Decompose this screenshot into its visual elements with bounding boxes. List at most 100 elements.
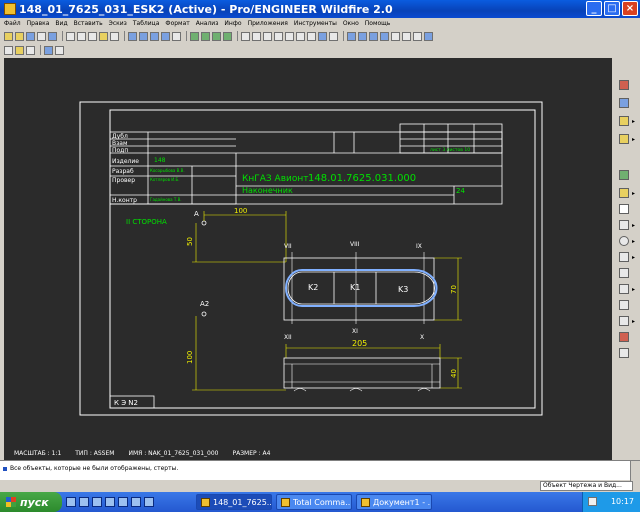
menu-help[interactable]: Помощь (365, 20, 391, 27)
symbol-tool-icon[interactable] (619, 188, 629, 198)
select-filter-icon[interactable] (329, 31, 338, 41)
save-icon[interactable] (26, 31, 35, 41)
offset-tool-icon[interactable] (619, 332, 629, 342)
message-scrollbar[interactable] (630, 461, 640, 481)
layer-icon[interactable] (307, 31, 316, 41)
title-bar[interactable]: 148_01_7625_031_ESK2 (Active) - Pro/ENGI… (0, 0, 640, 18)
circle-tool-icon[interactable] (619, 236, 629, 246)
menu-table[interactable]: Таблица (133, 20, 160, 27)
menu-tools[interactable]: Инструменты (294, 20, 337, 27)
email-icon[interactable] (48, 31, 57, 41)
datum-planes-icon[interactable] (190, 31, 199, 41)
sheet-icon[interactable] (15, 45, 24, 55)
print-icon[interactable] (37, 31, 46, 41)
paste-icon[interactable] (88, 31, 97, 41)
redo-icon[interactable] (252, 31, 261, 41)
undo-icon[interactable] (241, 31, 250, 41)
help-icon[interactable] (44, 45, 53, 55)
hidden-line-icon[interactable] (402, 31, 411, 41)
context-help-icon[interactable] (55, 45, 64, 55)
start-button[interactable]: пуск (0, 492, 62, 512)
menu-view[interactable]: Вид (55, 20, 67, 27)
rectangle-tool-icon[interactable] (619, 316, 629, 326)
menu-info[interactable]: Инфо (224, 20, 241, 27)
menu-window[interactable]: Окно (343, 20, 359, 27)
regenerate-icon[interactable] (99, 31, 108, 41)
view-manager-icon[interactable] (347, 31, 356, 41)
shading-icon[interactable] (172, 31, 181, 41)
snap-icon[interactable] (263, 31, 272, 41)
drawing-sheet: Дубл Взам Подп Изделие 148 Разраб Косоры… (79, 101, 543, 416)
wireframe-icon[interactable] (391, 31, 400, 41)
note-tool-icon[interactable] (619, 116, 629, 126)
dimension-100-vertical: 100 (186, 351, 194, 364)
chevron-right-icon[interactable]: ▸ (632, 118, 635, 125)
close-button[interactable]: × (622, 1, 638, 16)
show-annotations-icon[interactable] (619, 98, 629, 108)
zoom-out-icon[interactable] (150, 31, 159, 41)
menu-sketch[interactable]: Эскиз (109, 20, 127, 27)
refit-icon[interactable] (161, 31, 170, 41)
chevron-right-icon[interactable]: ▸ (632, 190, 635, 197)
office-icon[interactable] (118, 497, 128, 507)
explorer-icon[interactable] (92, 497, 102, 507)
fillet-tool-icon[interactable] (619, 284, 629, 294)
spline-tool-icon[interactable] (619, 268, 629, 278)
open-icon[interactable] (15, 31, 24, 41)
repaint-icon[interactable] (128, 31, 137, 41)
saved-views-icon[interactable] (369, 31, 378, 41)
chevron-right-icon[interactable]: ▸ (632, 318, 635, 325)
cut-icon[interactable] (66, 31, 75, 41)
dimension-tool-icon[interactable] (619, 134, 629, 144)
trim-tool-icon[interactable] (619, 300, 629, 310)
menu-applications[interactable]: Приложения (248, 20, 288, 27)
datum-plane-tool-icon[interactable] (619, 80, 629, 90)
mirror-icon[interactable] (274, 31, 283, 41)
menu-edit[interactable]: Правка (27, 20, 50, 27)
group-icon[interactable] (296, 31, 305, 41)
coordinate-systems-icon[interactable] (223, 31, 232, 41)
chevron-right-icon[interactable]: ▸ (632, 286, 635, 293)
spin-center-icon[interactable] (380, 31, 389, 41)
no-hidden-icon[interactable] (413, 31, 422, 41)
calculator-icon[interactable] (131, 497, 141, 507)
menu-file[interactable]: Файл (4, 20, 21, 27)
line-tool-icon[interactable] (619, 220, 629, 230)
menu-analysis[interactable]: Анализ (196, 20, 219, 27)
chevron-right-icon[interactable]: ▸ (632, 222, 635, 229)
copy-icon[interactable] (77, 31, 86, 41)
minimize-button[interactable]: _ (586, 1, 602, 16)
chevron-right-icon[interactable]: ▸ (632, 254, 635, 261)
side-view-arcs (293, 388, 431, 392)
show-desktop-icon[interactable] (66, 497, 76, 507)
align-icon[interactable] (285, 31, 294, 41)
arc-tool-icon[interactable] (619, 252, 629, 262)
find-icon[interactable] (110, 31, 119, 41)
move-tool-icon[interactable] (619, 348, 629, 358)
browser-icon[interactable] (79, 497, 89, 507)
proe-quick-icon[interactable] (144, 497, 154, 507)
display-icon[interactable] (26, 45, 35, 55)
datum-axes-icon[interactable] (201, 31, 210, 41)
media-icon[interactable] (105, 497, 115, 507)
new-icon[interactable] (4, 31, 13, 41)
task-document[interactable]: Документ1 - ... (356, 494, 432, 510)
menu-insert[interactable]: Вставить (74, 20, 103, 27)
maximize-button[interactable]: □ (604, 1, 620, 16)
datum-points-icon[interactable] (212, 31, 221, 41)
sketch-tool-icon[interactable] (619, 170, 629, 180)
select-arrow-icon[interactable] (619, 204, 629, 214)
task-proe[interactable]: 148_01_7625... (196, 494, 272, 510)
task-total-commander[interactable]: Total Comma... (276, 494, 352, 510)
orient-icon[interactable] (358, 31, 367, 41)
selection-filter-dropdown[interactable]: Объект Чертежа и Вид... (540, 481, 633, 491)
chevron-right-icon[interactable]: ▸ (632, 136, 635, 143)
table-icon[interactable] (424, 31, 433, 41)
zoom-in-icon[interactable] (139, 31, 148, 41)
drawing-tree-icon[interactable] (4, 45, 13, 55)
chevron-right-icon[interactable]: ▸ (632, 238, 635, 245)
keyboard-layout-icon[interactable] (588, 497, 597, 506)
model-tree-icon[interactable] (318, 31, 327, 41)
menu-format[interactable]: Формат (165, 20, 189, 27)
drawing-area[interactable]: Дубл Взам Подп Изделие 148 Разраб Косоры… (4, 58, 612, 446)
